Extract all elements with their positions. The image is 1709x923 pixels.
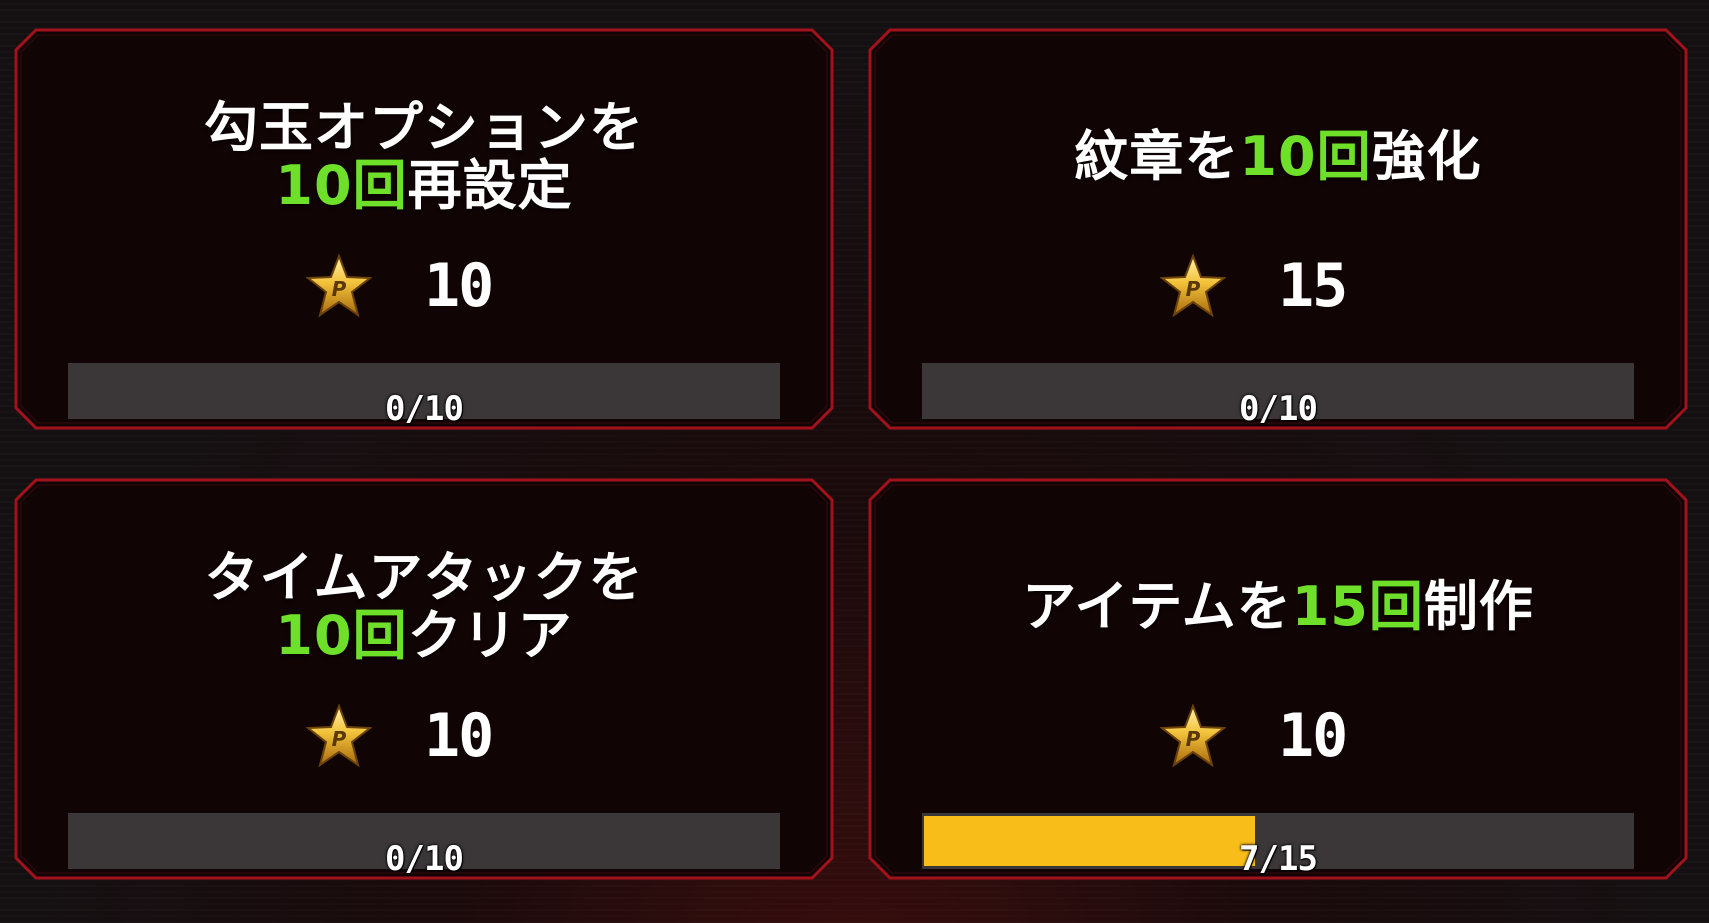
mission-count-highlight: 10回 bbox=[275, 154, 408, 217]
mission-count-highlight: 10回 bbox=[275, 604, 408, 667]
progress-count: 0/10 bbox=[1239, 389, 1318, 429]
mission-title-suffix: クリア bbox=[407, 604, 573, 667]
svg-text:P: P bbox=[1186, 727, 1201, 751]
mission-title-suffix: 強化 bbox=[1371, 125, 1482, 188]
p-star-icon: P bbox=[306, 254, 372, 318]
mission-title-text: 紋章を bbox=[1074, 125, 1240, 188]
svg-text:P: P bbox=[1186, 277, 1201, 301]
mission-card[interactable]: アイテムを15回制作 P 10 7/15 bbox=[868, 478, 1688, 880]
mission-title-suffix: 制作 bbox=[1423, 575, 1534, 638]
progress-bar: 0/10 bbox=[68, 363, 780, 427]
p-star-icon: P bbox=[1160, 704, 1226, 768]
progress-count: 0/10 bbox=[385, 839, 464, 879]
mission-title: 紋章を10回強化 bbox=[868, 128, 1688, 186]
reward: P 10 bbox=[14, 700, 834, 772]
mission-count-highlight: 10回 bbox=[1239, 125, 1372, 188]
mission-card[interactable]: 紋章を10回強化 P 15 0/10 bbox=[868, 28, 1688, 430]
p-star-icon: P bbox=[1160, 254, 1226, 318]
progress-bar: 7/15 bbox=[922, 813, 1634, 877]
reward-points: 10 bbox=[1278, 701, 1348, 771]
reward-points: 15 bbox=[1278, 251, 1348, 321]
progress-count: 0/10 bbox=[385, 389, 464, 429]
mission-title-text: アイテムを bbox=[1022, 575, 1292, 638]
progress-count: 7/15 bbox=[1239, 839, 1318, 879]
mission-title-text: 勾玉オプションを bbox=[204, 96, 644, 159]
mission-title: アイテムを15回制作 bbox=[868, 578, 1688, 636]
progress-bar: 0/10 bbox=[68, 813, 780, 877]
reward: P 10 bbox=[868, 700, 1688, 772]
p-star-icon: P bbox=[306, 704, 372, 768]
reward: P 10 bbox=[14, 250, 834, 322]
mission-card[interactable]: 勾玉オプションを 10回再設定 P 10 0/10 bbox=[14, 28, 834, 430]
progress-bar: 0/10 bbox=[922, 363, 1634, 427]
reward: P 15 bbox=[868, 250, 1688, 322]
reward-points: 10 bbox=[424, 701, 494, 771]
mission-title-text: タイムアタックを bbox=[204, 546, 644, 609]
mission-card[interactable]: タイムアタックを 10回クリア P 10 0/10 bbox=[14, 478, 834, 880]
mission-title: タイムアタックを 10回クリア bbox=[14, 549, 834, 665]
mission-title-suffix: 再設定 bbox=[407, 154, 573, 217]
mission-title: 勾玉オプションを 10回再設定 bbox=[14, 99, 834, 215]
reward-points: 10 bbox=[424, 251, 494, 321]
svg-text:P: P bbox=[332, 727, 347, 751]
mission-count-highlight: 15回 bbox=[1291, 575, 1424, 638]
svg-text:P: P bbox=[332, 277, 347, 301]
